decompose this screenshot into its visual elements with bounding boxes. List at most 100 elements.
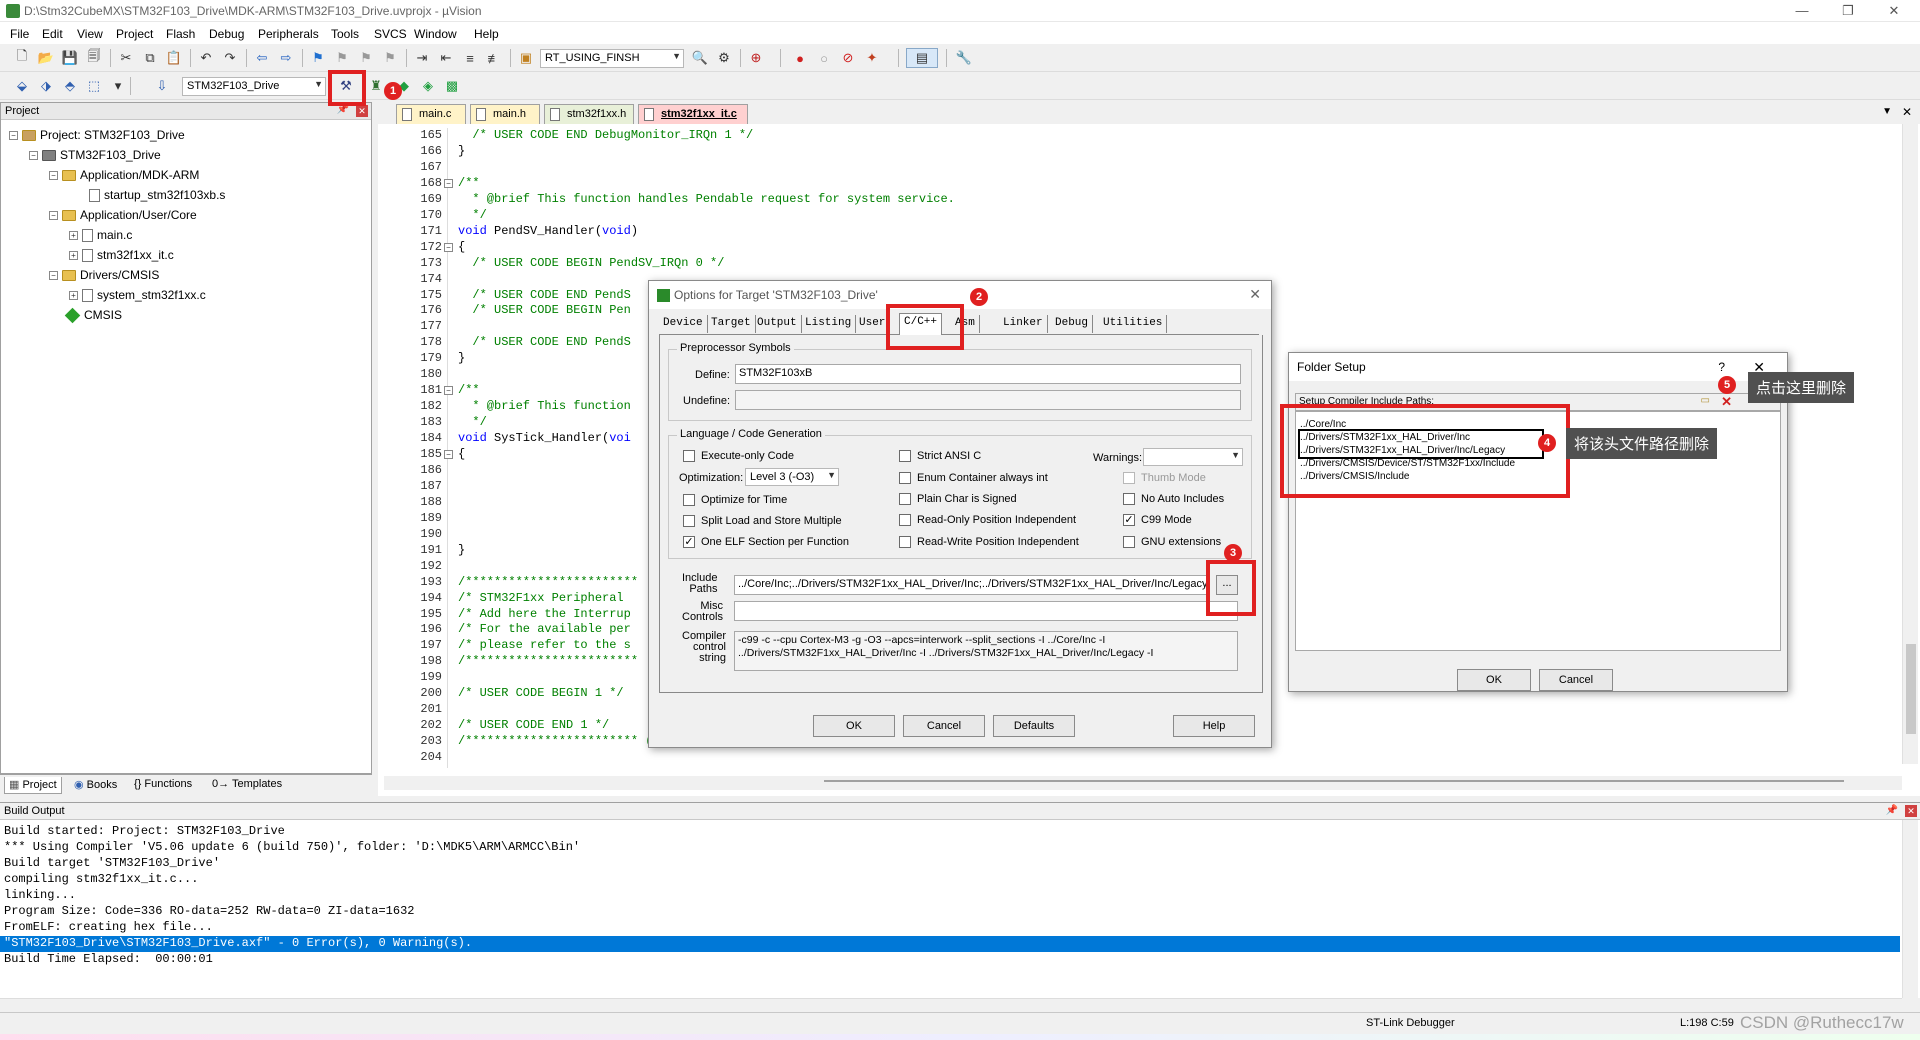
code-line[interactable]: /* USER CODE BEGIN Pen: [458, 303, 630, 317]
indent-icon[interactable]: ⇥: [412, 48, 432, 68]
tab-books[interactable]: ◉ Books: [70, 777, 121, 794]
folder-cancel-button[interactable]: Cancel: [1539, 669, 1613, 691]
code-line[interactable]: /* For the available per: [458, 622, 631, 636]
tree-item-group-mdk[interactable]: − Application/MDK-ARM: [49, 165, 199, 185]
bookmark-prev-icon[interactable]: ⚑: [332, 48, 352, 68]
debug-session-icon[interactable]: ⊕: [746, 48, 766, 68]
code-line[interactable]: /* STM32F1xx Peripheral: [458, 591, 624, 605]
tab-device[interactable]: Device: [659, 315, 708, 333]
tree-item-system-c[interactable]: + system_stm32f1xx.c: [69, 285, 206, 305]
new-folder-icon[interactable]: ▭: [1701, 395, 1710, 406]
tree-item-startup[interactable]: startup_stm32f103xb.s: [89, 185, 225, 205]
uncomment-icon[interactable]: ≢: [484, 48, 504, 68]
find-icon[interactable]: 🔍: [690, 48, 710, 68]
code-line[interactable]: */: [458, 415, 486, 429]
nav-back-icon[interactable]: ⇦: [252, 48, 272, 68]
find-combo[interactable]: RT_USING_FINSH ▼: [540, 49, 684, 68]
code-line[interactable]: */: [458, 208, 486, 222]
rw-pi-checkbox[interactable]: [899, 536, 911, 548]
include-paths-input[interactable]: ../Core/Inc;../Drivers/STM32F1xx_HAL_Dri…: [734, 575, 1210, 595]
breakpoint-killall-icon[interactable]: ✦: [862, 48, 882, 68]
options-close-icon[interactable]: ✕: [1249, 286, 1261, 303]
tree-item-cmsis-component[interactable]: CMSIS: [64, 305, 122, 325]
redo-icon[interactable]: ↷: [220, 48, 240, 68]
build-pin-icon[interactable]: 📌: [1886, 805, 1898, 816]
fold-toggle-icon[interactable]: −: [444, 450, 453, 459]
copy-icon[interactable]: ⧉: [140, 48, 160, 68]
tab-utilities[interactable]: Utilities: [1099, 315, 1168, 333]
warnings-select[interactable]: ▼: [1143, 448, 1243, 466]
code-line[interactable]: /* USER CODE BEGIN PendSV_IRQn 0 */: [458, 256, 724, 270]
enum-container-checkbox[interactable]: [899, 472, 911, 484]
split-load-checkbox[interactable]: [683, 515, 695, 527]
plain-char-checkbox[interactable]: [899, 493, 911, 505]
code-line[interactable]: void SysTick_Handler(voi: [458, 431, 631, 445]
code-line[interactable]: /**: [458, 176, 480, 190]
menu-debug[interactable]: Debug: [209, 27, 244, 41]
delete-path-icon[interactable]: ✕: [1721, 394, 1732, 410]
options-ok-button[interactable]: OK: [813, 715, 895, 737]
panel-close-icon[interactable]: ✕: [356, 105, 368, 117]
tab-project[interactable]: ▦ Project: [4, 777, 62, 794]
stop-build-icon[interactable]: ▾: [108, 76, 128, 96]
editor-vscrollbar[interactable]: [1902, 124, 1918, 764]
tab-listing[interactable]: Listing: [801, 315, 857, 333]
bookmark-icon[interactable]: ⚑: [308, 48, 328, 68]
breakpoint-disable-icon[interactable]: ○: [814, 48, 834, 68]
bookmark-clear-icon[interactable]: ⚑: [380, 48, 400, 68]
build-close-icon[interactable]: ✕: [1905, 805, 1917, 817]
tab-output[interactable]: Output: [753, 315, 802, 333]
tab-stm32f1xx-h[interactable]: stm32f1xx.h: [544, 104, 634, 124]
code-line[interactable]: /* USER CODE END DebugMonitor_IRQn 1 */: [458, 128, 753, 142]
unindent-icon[interactable]: ⇤: [436, 48, 456, 68]
tab-functions[interactable]: {} Functions: [130, 777, 196, 794]
menu-view[interactable]: View: [77, 27, 103, 41]
define-input[interactable]: STM32F103xB: [735, 364, 1241, 384]
tab-list-icon[interactable]: ▼: [1882, 106, 1892, 117]
translate-icon[interactable]: ⬙: [12, 76, 32, 96]
folder-ok-button[interactable]: OK: [1457, 669, 1531, 691]
bookmark-next-icon[interactable]: ⚑: [356, 48, 376, 68]
code-line[interactable]: /* USER CODE END 1 */: [458, 718, 609, 732]
save-all-icon[interactable]: 🗐: [84, 48, 104, 68]
code-line[interactable]: /* please refer to the s: [458, 638, 631, 652]
optimization-select[interactable]: Level 3 (-O3) ▼: [745, 468, 839, 486]
new-file-icon[interactable]: 🗋: [12, 48, 32, 68]
code-line[interactable]: /* USER CODE BEGIN 1 */: [458, 686, 624, 700]
configure-icon[interactable]: 🔧: [954, 48, 974, 68]
code-line[interactable]: }: [458, 144, 465, 158]
paste-icon[interactable]: 📋: [164, 48, 184, 68]
code-line[interactable]: /* Add here the Interrup: [458, 607, 631, 621]
maximize-button[interactable]: ❐: [1828, 2, 1868, 20]
options-help-button[interactable]: Help: [1173, 715, 1255, 737]
target-combo[interactable]: STM32F103_Drive ▼: [182, 77, 326, 96]
tab-main-h[interactable]: main.h: [470, 104, 540, 124]
tab-templates[interactable]: 0→ Templates: [208, 777, 286, 794]
code-line[interactable]: }: [458, 351, 465, 365]
code-line[interactable]: void PendSV_Handler(void): [458, 224, 638, 238]
tab-stm32f1xx-it-c[interactable]: stm32f1xx_it.c: [638, 104, 748, 124]
menu-file[interactable]: File: [10, 27, 29, 41]
find-in-files-icon[interactable]: ▣: [516, 48, 536, 68]
tab-main-c[interactable]: main.c: [396, 104, 466, 124]
tree-item-target[interactable]: − STM32F103_Drive: [29, 145, 161, 165]
code-line[interactable]: /* USER CODE END PendS: [458, 335, 630, 349]
folder-help-icon[interactable]: ?: [1718, 360, 1725, 374]
menu-flash[interactable]: Flash: [166, 27, 195, 41]
undo-icon[interactable]: ↶: [196, 48, 216, 68]
tree-item-main-c[interactable]: + main.c: [69, 225, 132, 245]
misc-controls-input[interactable]: [734, 601, 1238, 621]
menu-svcs[interactable]: SVCS: [374, 27, 407, 41]
window-layout-icon[interactable]: ▤: [906, 48, 938, 68]
build-output-pane[interactable]: Build started: Project: STM32F103_Drive *…: [0, 820, 1920, 998]
options-cancel-button[interactable]: Cancel: [903, 715, 985, 737]
fold-toggle-icon[interactable]: −: [444, 178, 453, 188]
build-vscrollbar[interactable]: [1902, 820, 1918, 998]
code-line[interactable]: * @brief This function handles Pendable …: [458, 192, 955, 206]
build-icon[interactable]: ⬗: [36, 76, 56, 96]
menu-peripherals[interactable]: Peripherals: [258, 27, 319, 41]
code-line[interactable]: /* USER CODE END PendS: [458, 288, 630, 302]
editor-hscrollbar[interactable]: [384, 776, 1902, 790]
batch-build-icon[interactable]: ⬚: [84, 76, 104, 96]
code-line[interactable]: /**: [458, 383, 480, 397]
